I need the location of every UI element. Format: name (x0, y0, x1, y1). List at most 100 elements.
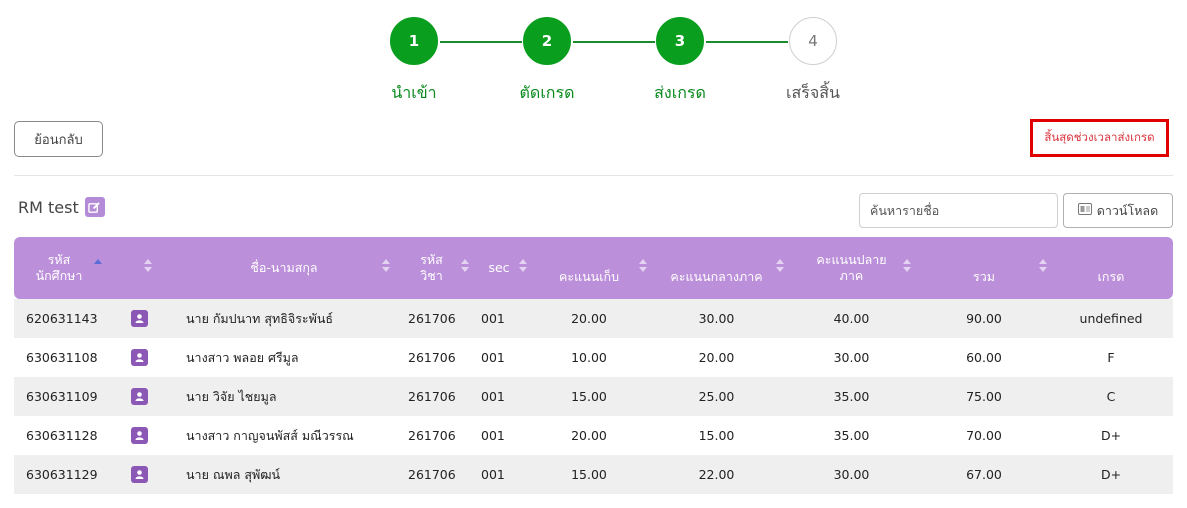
header-total[interactable]: รวม (919, 237, 1049, 299)
table-row: 630631108 นางสาว พลอย ศรีมูล 261706 001 … (14, 338, 1173, 377)
cell-collected: 15.00 (571, 467, 607, 482)
table-header-row: รหัส นักศึกษา ชื่อ-นามสกุล รหัส วิชา sec (14, 237, 1173, 299)
person-icon[interactable] (130, 388, 148, 405)
cell-total: 90.00 (966, 311, 1002, 326)
cell-student-id: 630631128 (26, 428, 98, 443)
cell-profile[interactable] (104, 416, 174, 455)
sort-icon[interactable] (1039, 259, 1047, 273)
cell-course-code: 261706 (408, 311, 456, 326)
table-row: 620631143 นาย กัมปนาท สุทธิจิระพันธ์ 261… (14, 299, 1173, 338)
course-title: RM test (18, 197, 105, 217)
cell-grade: C (1106, 389, 1116, 404)
progress-stepper: 1 2 3 4 นำเข้า ตัดเกรด ส่งเกรด เสร็จสิ้น (0, 0, 1187, 110)
cell-final: 30.00 (833, 467, 870, 482)
cell-sec: 001 (481, 311, 505, 326)
grades-table: รหัส นักศึกษา ชื่อ-นามสกุล รหัส วิชา sec (14, 237, 1173, 494)
cell-name: นางสาว พลอย ศรีมูล (186, 349, 299, 365)
cell-profile[interactable] (104, 455, 174, 494)
cell-midterm: 15.00 (698, 428, 735, 443)
edit-icon[interactable] (84, 197, 105, 217)
cell-student-id: 630631109 (26, 389, 98, 404)
sort-icon[interactable] (776, 259, 784, 273)
person-icon[interactable] (130, 466, 148, 483)
table-row: 630631128 นางสาว กาญจนพัสส์ มณีวรรณ 2617… (14, 416, 1173, 455)
person-icon[interactable] (130, 310, 148, 327)
cell-course-code: 261706 (408, 389, 456, 404)
cell-total: 60.00 (966, 350, 1002, 365)
cell-course-code: 261706 (408, 350, 456, 365)
sort-icon[interactable] (639, 259, 647, 273)
step-3-label: ส่งเกรด (654, 83, 706, 102)
cell-final: 35.00 (833, 428, 870, 443)
cell-student-id: 620631143 (26, 311, 98, 326)
cell-sec: 001 (481, 428, 505, 443)
cell-grade: F (1107, 350, 1115, 365)
cell-course-code: 261706 (408, 428, 456, 443)
cell-midterm: 30.00 (698, 311, 735, 326)
header-midterm[interactable]: คะแนนกลางภาค (649, 237, 784, 299)
step-connector (573, 41, 655, 43)
cell-final: 35.00 (833, 389, 870, 404)
cell-course-code: 261706 (408, 467, 456, 482)
sort-icon[interactable] (382, 259, 390, 273)
cell-collected: 20.00 (571, 311, 607, 326)
download-icon (1077, 203, 1092, 218)
cell-midterm: 25.00 (698, 389, 735, 404)
step-connector (440, 41, 522, 43)
cell-total: 67.00 (966, 467, 1002, 482)
download-button[interactable]: ดาวน์โหลด (1063, 193, 1173, 228)
step-2-circle: 2 (523, 17, 571, 65)
cell-grade: D+ (1100, 467, 1122, 482)
cell-grade: D+ (1100, 428, 1122, 443)
course-title-text: RM test (18, 197, 79, 217)
cell-collected: 20.00 (571, 428, 607, 443)
cell-midterm: 20.00 (698, 350, 735, 365)
header-final[interactable]: คะแนนปลาย ภาค (784, 237, 919, 299)
sort-icon[interactable] (461, 259, 469, 273)
header-course-code[interactable]: รหัส วิชา (394, 237, 469, 299)
cell-sec: 001 (481, 467, 505, 482)
back-button[interactable]: ย้อนกลับ (14, 121, 103, 157)
person-icon[interactable] (130, 427, 148, 444)
cell-final: 40.00 (833, 311, 870, 326)
cell-profile[interactable] (104, 338, 174, 377)
cell-final: 30.00 (833, 350, 870, 365)
step-3-circle: 3 (656, 17, 704, 65)
step-connector (706, 41, 788, 43)
header-name[interactable]: ชื่อ-นามสกุล (174, 237, 394, 299)
cell-collected: 10.00 (571, 350, 607, 365)
step-1-label: นำเข้า (391, 83, 437, 102)
header-grade[interactable]: เกรด (1049, 237, 1173, 299)
step-4-label: เสร็จสิ้น (786, 83, 840, 102)
header-collected[interactable]: คะแนนเก็บ (529, 237, 649, 299)
deadline-link[interactable]: สิ้นสุดช่วงเวลาส่งเกรด (1030, 119, 1169, 157)
sort-icon[interactable] (903, 259, 911, 273)
sort-icon[interactable] (144, 259, 152, 273)
cell-sec: 001 (481, 350, 505, 365)
sort-asc-icon[interactable] (94, 259, 102, 273)
header-sec[interactable]: sec (469, 237, 529, 299)
cell-sec: 001 (481, 389, 505, 404)
header-profile[interactable] (104, 237, 174, 299)
cell-total: 75.00 (966, 389, 1002, 404)
cell-name: นางสาว กาญจนพัสส์ มณีวรรณ (186, 427, 354, 443)
cell-midterm: 22.00 (698, 467, 735, 482)
sort-icon[interactable] (519, 259, 527, 273)
step-2-label: ตัดเกรด (519, 83, 575, 102)
step-4-circle: 4 (789, 17, 837, 65)
cell-collected: 15.00 (571, 389, 607, 404)
search-input[interactable] (859, 193, 1058, 228)
table-row: 630631109 นาย วิจัย ไชยมูล 261706 001 15… (14, 377, 1173, 416)
cell-profile[interactable] (104, 377, 174, 416)
cell-student-id: 630631108 (26, 350, 98, 365)
cell-name: นาย กัมปนาท สุทธิจิระพันธ์ (186, 310, 334, 326)
divider (14, 175, 1173, 176)
cell-total: 70.00 (966, 428, 1002, 443)
person-icon[interactable] (130, 349, 148, 366)
cell-name: นาย ณพล สุพัฒน์ (186, 466, 281, 482)
cell-grade: undefined (1079, 311, 1143, 326)
cell-student-id: 630631129 (26, 467, 98, 482)
cell-name: นาย วิจัย ไชยมูล (186, 388, 277, 404)
cell-profile[interactable] (104, 299, 174, 338)
header-student-id[interactable]: รหัส นักศึกษา (14, 237, 104, 299)
